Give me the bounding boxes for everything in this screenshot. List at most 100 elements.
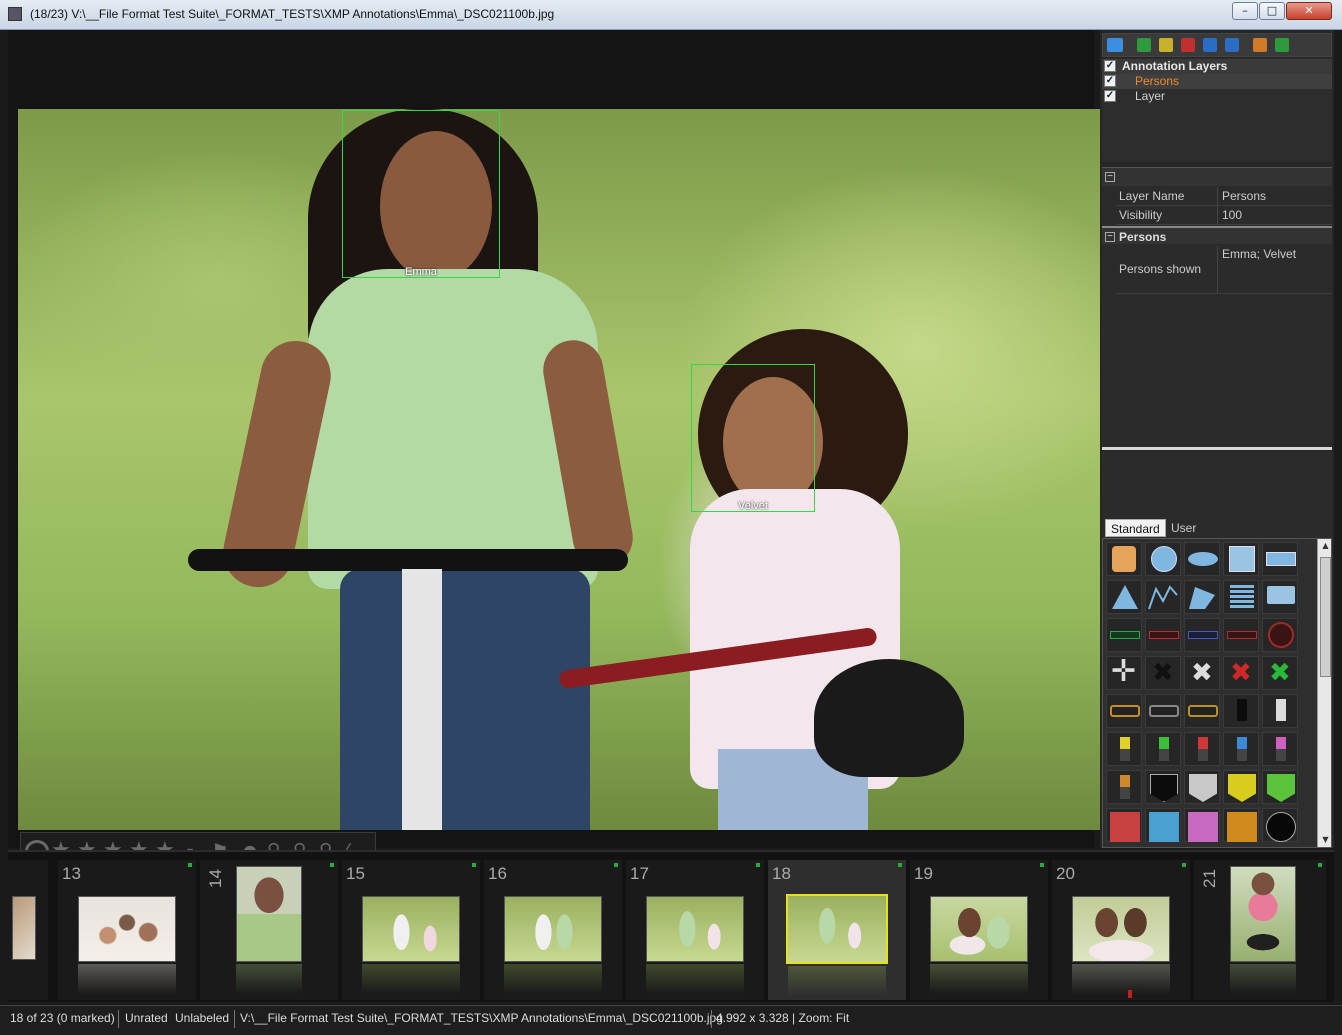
thumbnail — [78, 896, 176, 962]
filmstrip-frame[interactable]: 14 — [200, 860, 338, 1000]
helmet — [814, 659, 964, 777]
shape-marker-blue[interactable] — [1223, 732, 1259, 766]
shape-cross[interactable]: ✛ — [1106, 655, 1142, 690]
shape-label-red[interactable] — [1145, 618, 1181, 652]
shape-box-pink[interactable] — [1184, 808, 1220, 842]
filmstrip-frame[interactable]: 13 — [58, 860, 196, 1000]
shape-marker-orange[interactable] — [1106, 770, 1142, 804]
tab-user[interactable]: User — [1166, 519, 1201, 537]
maximize-button[interactable]: □ — [1259, 2, 1285, 20]
export-icon[interactable] — [1275, 38, 1289, 52]
property-row-visibility[interactable]: Visibility 100 — [1116, 206, 1332, 225]
shape-stamp[interactable] — [1262, 618, 1298, 652]
minimize-button[interactable]: – — [1232, 2, 1258, 20]
close-button[interactable]: ✕ — [1286, 2, 1332, 20]
layer-checkbox[interactable]: ✓ — [1104, 75, 1116, 87]
app-icon[interactable] — [8, 7, 22, 21]
shape-marker-red[interactable] — [1184, 732, 1220, 766]
import-icon[interactable] — [1253, 38, 1267, 52]
tab-standard[interactable]: Standard — [1105, 519, 1166, 537]
filmstrip-frame-selected[interactable]: 18 — [768, 860, 906, 1000]
move-up-icon[interactable] — [1203, 38, 1217, 52]
layer-root-checkbox[interactable]: ✓ — [1104, 60, 1116, 72]
shape-shield-black[interactable] — [1145, 770, 1181, 804]
annotation-box-velvet[interactable]: Velvet — [691, 364, 815, 512]
filmstrip-frame[interactable]: 17 — [626, 860, 764, 1000]
thumbnail — [786, 894, 888, 964]
filmstrip-frame[interactable]: 16 — [484, 860, 622, 1000]
shape-slot-orange[interactable] — [1106, 694, 1142, 728]
filmstrip-frame-partial[interactable] — [8, 860, 48, 1000]
shape-marker-pink[interactable] — [1262, 732, 1298, 766]
shape-marker-yellow[interactable] — [1106, 732, 1142, 766]
layer-root[interactable]: ✓ Annotation Layers — [1102, 59, 1332, 74]
property-section-layer[interactable]: − — [1102, 168, 1332, 186]
shape-shield-green[interactable] — [1262, 770, 1298, 804]
shape-polygon[interactable] — [1184, 580, 1220, 614]
collapse-icon[interactable]: − — [1105, 172, 1115, 182]
add-layer-icon[interactable] — [1137, 38, 1151, 52]
edit-layer-icon[interactable] — [1159, 38, 1173, 52]
shape-box-blue[interactable] — [1145, 808, 1181, 842]
shape-x-black[interactable]: ✖ — [1145, 656, 1181, 690]
shape-slot-gray[interactable] — [1145, 694, 1181, 728]
shape-callout[interactable] — [1262, 580, 1298, 614]
move-down-icon[interactable] — [1225, 38, 1239, 52]
filmstrip-frame[interactable]: 15 — [342, 860, 480, 1000]
layer-item-persons[interactable]: ✓ Persons — [1102, 74, 1332, 89]
shape-box-red[interactable] — [1106, 808, 1142, 842]
scroll-down-icon[interactable]: ▼ — [1318, 833, 1331, 847]
scroll-thumb[interactable] — [1320, 557, 1331, 677]
property-row-layer-name[interactable]: Layer Name Persons — [1116, 187, 1332, 206]
shape-triangle[interactable] — [1106, 580, 1142, 614]
shape-x-green[interactable]: ✖ — [1262, 656, 1298, 690]
shape-ellipse[interactable] — [1184, 542, 1220, 576]
thumbnail — [504, 896, 602, 962]
collapse-icon[interactable]: − — [1105, 232, 1115, 242]
shape-label-blue[interactable] — [1184, 618, 1220, 652]
layer-item-layer[interactable]: ✓ Layer — [1102, 89, 1332, 104]
marker-dot — [330, 863, 334, 867]
shape-text-block[interactable] — [1223, 580, 1259, 614]
filmstrip[interactable]: 13 14 15 16 17 18 19 20 21 — [8, 850, 1334, 1002]
frame-number: 13 — [62, 864, 81, 883]
shape-tag-black[interactable] — [1223, 694, 1259, 728]
bike-handlebar — [188, 549, 628, 571]
shape-square[interactable] — [1223, 542, 1259, 576]
shape-slot-gold[interactable] — [1184, 694, 1220, 728]
shape-shield-gray[interactable] — [1184, 770, 1220, 804]
filmstrip-frame[interactable]: 19 — [910, 860, 1048, 1000]
splitter[interactable] — [1102, 447, 1332, 450]
property-row-persons-shown[interactable]: Persons shown Emma; Velvet — [1116, 246, 1332, 294]
filmstrip-frame[interactable]: 21 — [1194, 860, 1326, 1000]
shape-x-white[interactable]: ✖ — [1184, 656, 1220, 690]
shape-shield-yellow[interactable] — [1223, 770, 1259, 804]
shape-box-orange[interactable] — [1223, 808, 1259, 842]
shape-rectangle[interactable] — [1262, 542, 1298, 576]
shape-label-green[interactable] — [1106, 618, 1142, 652]
layer-item-label: Layer — [1135, 89, 1166, 103]
scroll-up-icon[interactable]: ▲ — [1318, 539, 1331, 553]
annotation-box-emma[interactable]: Emma — [342, 110, 500, 278]
layer-checkbox[interactable]: ✓ — [1104, 90, 1116, 102]
property-section-persons[interactable]: − Persons — [1102, 226, 1332, 244]
shape-marker-green[interactable] — [1145, 732, 1181, 766]
shape-library-scrollbar[interactable]: ▲ ▼ — [1317, 539, 1331, 847]
photo-canvas[interactable]: Emma Velvet — [18, 109, 1100, 830]
layers-icon[interactable] — [1107, 38, 1123, 52]
shape-smiley[interactable] — [1106, 542, 1142, 576]
shape-circle[interactable] — [1145, 542, 1181, 576]
frame-number: 21 — [1200, 869, 1219, 888]
delete-layer-icon[interactable] — [1181, 38, 1195, 52]
layer-toolbar — [1102, 33, 1332, 57]
shape-circle-black[interactable] — [1262, 808, 1298, 842]
shape-polyline[interactable] — [1145, 580, 1181, 614]
thumbnail — [930, 896, 1028, 962]
shape-x-red[interactable]: ✖ — [1223, 656, 1259, 690]
status-label[interactable]: Unlabeled — [175, 1011, 229, 1025]
shape-tag-white[interactable] — [1262, 694, 1298, 728]
status-rating[interactable]: Unrated — [125, 1011, 168, 1025]
shape-label-darkred[interactable] — [1223, 618, 1259, 652]
filmstrip-frame[interactable]: 20 — [1052, 860, 1190, 1000]
image-viewer[interactable]: Emma Velvet ★ ★ ★ ★ ★ ▾ ⚑ ● ⚲ ⚲ ⚲ ⁄ — [8, 30, 1100, 874]
